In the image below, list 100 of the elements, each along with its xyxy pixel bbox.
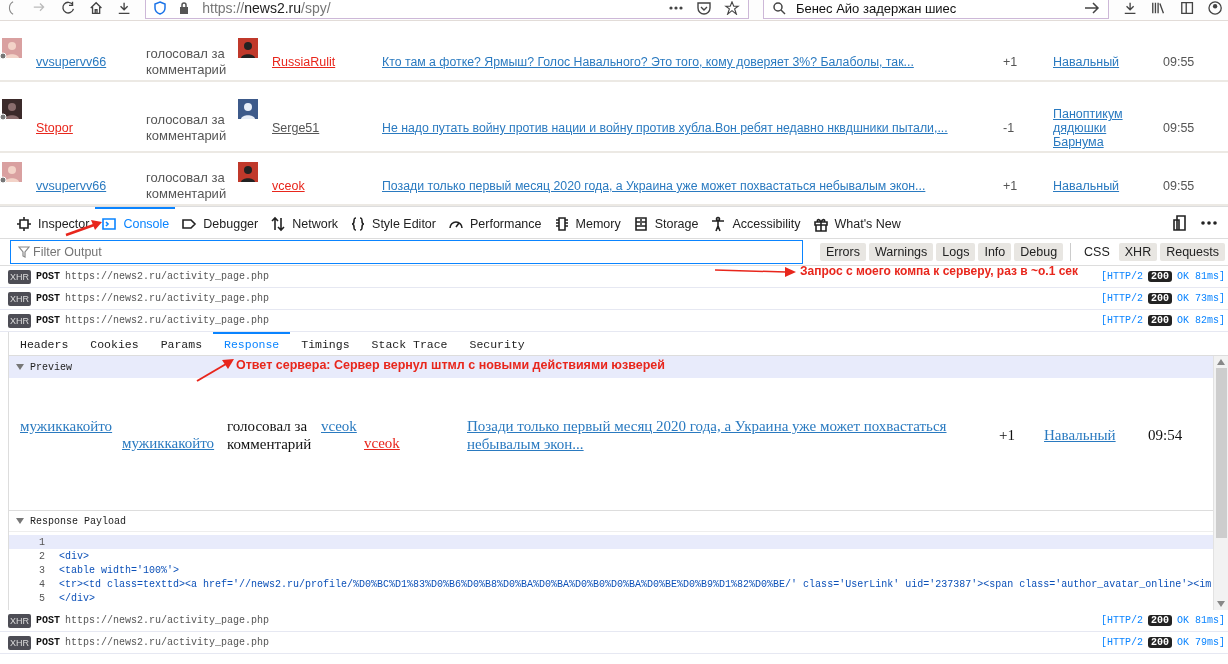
line-number: 5 [38, 592, 46, 604]
filter-button[interactable]: Info [978, 243, 1012, 261]
download-icon[interactable] [1123, 1, 1138, 15]
method-text: POST [36, 293, 61, 304]
shield-icon[interactable] [154, 1, 167, 15]
frame-icon [16, 215, 32, 232]
line-number: 2 [38, 550, 46, 562]
download-tray-icon[interactable] [117, 1, 132, 15]
devtools-tab[interactable]: Performance [441, 207, 548, 238]
request-url[interactable]: https://news2.ru/activity_page.php [65, 293, 270, 304]
filter-button[interactable]: Logs [936, 243, 976, 261]
devtools-tab[interactable]: What's New [806, 207, 907, 238]
address-bar[interactable]: https://news2.ru/spy/ [145, 0, 749, 19]
protocol-text: [HTTP/2 [1100, 615, 1143, 626]
username-link[interactable]: vvsupervv66 [36, 179, 107, 193]
search-field[interactable]: Бенес Айо задержан шиес [762, 0, 1110, 19]
filter-button[interactable]: Debug [1014, 243, 1064, 261]
action-text: голосовал за комментарий [146, 170, 228, 202]
detail-tab[interactable]: Headers [9, 332, 80, 355]
library-icon[interactable] [1151, 1, 1166, 15]
devtools-tab[interactable]: Network [264, 207, 345, 238]
terminal-icon [101, 215, 118, 232]
topic-link[interactable]: Навальный [1044, 426, 1148, 444]
avatar-icon [236, 38, 258, 60]
devtools-tab[interactable]: Style Editor [344, 207, 442, 238]
responsive-icon[interactable] [1172, 214, 1188, 231]
username-link[interactable]: vceok [364, 435, 467, 452]
reload-icon[interactable] [60, 1, 75, 15]
status-badge: 200 [1147, 293, 1172, 304]
go-arrow-icon[interactable] [1084, 1, 1101, 15]
username-link[interactable]: RussiaRulit [272, 55, 336, 69]
account-icon[interactable] [1207, 1, 1223, 15]
line-number: 3 [38, 564, 46, 576]
username-link[interactable]: Stopor [36, 121, 73, 135]
vote-value: +1 [999, 426, 1016, 444]
braces-icon [350, 215, 367, 232]
comment-link[interactable]: Позади только первый месяц 2020 года, а Украина уже может похвастаться небывалым экон... [382, 179, 926, 193]
avatar-icon [236, 99, 258, 121]
caret-icon [16, 364, 24, 370]
vote-value: -1 [1003, 121, 1015, 135]
username-link[interactable]: Serge51 [272, 121, 320, 135]
method-text: POST [36, 615, 61, 626]
filter-button[interactable]: Warnings [868, 243, 934, 261]
topic-link[interactable]: Паноптикум дядюшки Барнума [1053, 107, 1133, 149]
person-icon [710, 215, 727, 232]
more-icon[interactable] [1200, 219, 1218, 226]
scroll-up-icon[interactable] [1217, 359, 1225, 365]
action-text: голосовал за комментарий [146, 46, 228, 78]
filter-button[interactable]: Requests [1160, 243, 1225, 261]
vote-value: +1 [1003, 55, 1018, 69]
xhr-badge: XHR [8, 635, 31, 650]
detail-tab[interactable]: Stack Trace [360, 332, 459, 355]
devtools-tab[interactable]: Storage [626, 207, 705, 238]
detail-tab[interactable]: Cookies [79, 332, 150, 355]
request-url[interactable]: https://news2.ru/activity_page.php [65, 615, 270, 626]
detail-tab[interactable]: Timings [290, 332, 361, 355]
filter-field[interactable]: Filter Output [10, 240, 803, 264]
comment-link[interactable]: Кто там а фотке? Ярмыш? Голос Навального? Это того, кому доверяет 3%? Балаболы, так... [382, 55, 914, 69]
annotation-text: Ответ сервера: Сервер вернул штмл с новыми действиями юзверей [236, 358, 665, 372]
avatar-alt-link[interactable]: vceok [321, 418, 467, 435]
request-url[interactable]: https://news2.ru/activity_page.php [65, 315, 270, 326]
topic-link[interactable]: Навальный [1053, 179, 1133, 193]
scroll-down-icon[interactable] [1217, 601, 1225, 607]
star-icon[interactable] [723, 1, 740, 15]
avatar-icon [236, 162, 258, 184]
filter-button[interactable]: CSS [1078, 243, 1116, 261]
comment-link[interactable]: Не надо путать войну против нации и войну против хубла.Вон ребят недавно нквдшники пытали,... [382, 121, 948, 135]
request-url[interactable]: https://news2.ru/activity_page.php [65, 637, 270, 648]
detail-tab[interactable]: Params [149, 332, 214, 355]
method-text: POST [36, 637, 61, 648]
caret-icon [16, 518, 24, 524]
username-link[interactable]: vvsupervv66 [36, 55, 107, 69]
result-text: OK 82ms] [1177, 315, 1225, 326]
method-text: POST [36, 271, 61, 282]
topic-link[interactable]: Навальный [1053, 55, 1133, 69]
detail-tab[interactable]: Security [458, 332, 536, 355]
sidebar-icon[interactable] [1179, 1, 1194, 15]
filter-button[interactable]: Errors [819, 243, 866, 261]
protocol-text: [HTTP/2 [1100, 271, 1143, 282]
pocket-icon[interactable] [695, 1, 712, 15]
up-down-arrows-icon [270, 215, 287, 232]
avatar-alt-link[interactable]: мужиккакойто [20, 418, 227, 435]
annotation-arrow [196, 359, 234, 382]
username-link[interactable]: мужиккакойто [122, 435, 227, 452]
devtools-tab[interactable]: Inspector [10, 207, 96, 238]
home-icon[interactable] [88, 1, 104, 15]
result-text: OK 73ms] [1177, 293, 1225, 304]
username-link[interactable]: vceok [272, 179, 305, 193]
devtools-tab[interactable]: Accessibility [704, 207, 807, 238]
comment-link[interactable]: Позади только первый месяц 2020 года, а Украина уже может похвастаться небывалым экон... [467, 417, 999, 453]
request-url[interactable]: https://news2.ru/activity_page.php [65, 271, 270, 282]
devtools-tab[interactable]: Debugger [175, 207, 265, 238]
status-badge: 200 [1147, 615, 1172, 626]
devtools-tab[interactable]: Memory [547, 207, 627, 238]
protocol-text: [HTTP/2 [1100, 293, 1143, 304]
scrollbar[interactable] [1213, 356, 1228, 610]
section-header[interactable]: Response Payload [9, 510, 1213, 532]
filter-button[interactable]: XHR [1118, 243, 1158, 261]
more-icon[interactable] [667, 5, 684, 11]
xhr-badge: XHR [8, 291, 31, 306]
